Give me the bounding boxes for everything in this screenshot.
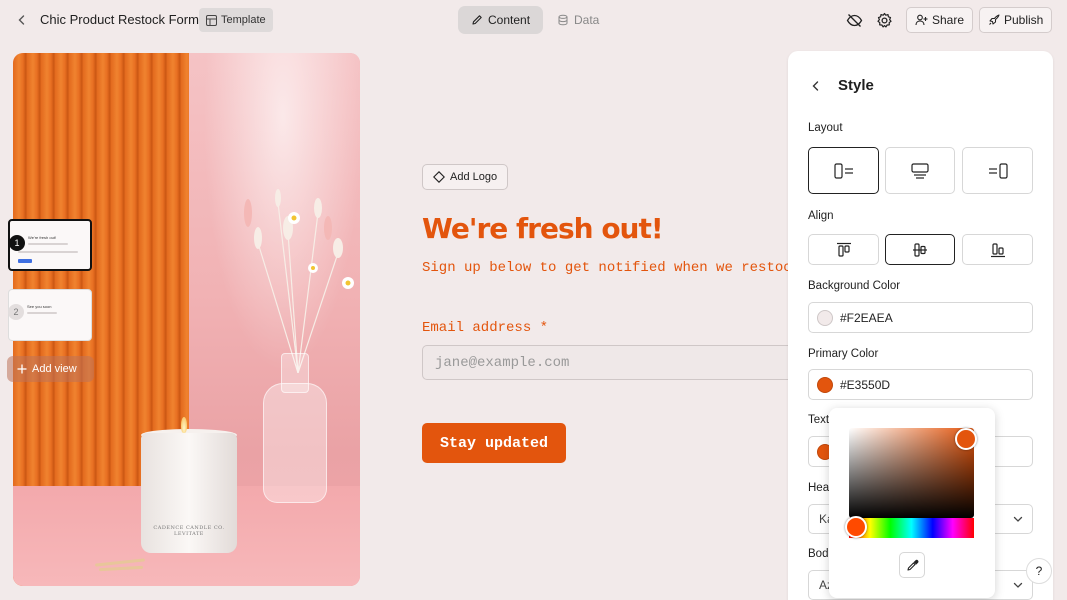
mini-line [27, 312, 57, 314]
color-picker-popover [829, 408, 995, 598]
add-view-label: Add view [32, 363, 77, 375]
view-thumbnail-1[interactable]: 1 We're fresh out! [8, 219, 92, 271]
primary-color-label: Primary Color [808, 348, 879, 360]
layout-option-top[interactable] [885, 147, 955, 194]
tab-data-label: Data [574, 13, 600, 27]
help-button[interactable]: ? [1026, 558, 1052, 584]
add-view-button[interactable]: Add view [7, 356, 94, 382]
gear-icon [876, 12, 892, 27]
top-bar: Chic Product Restock Form Template Conte… [0, 0, 1067, 40]
back-button[interactable] [12, 10, 32, 30]
layout-image-top-icon [911, 162, 929, 179]
dried-flowers-icon [244, 189, 354, 373]
chevron-down-icon [1013, 582, 1023, 588]
view-number: 2 [8, 304, 24, 320]
add-logo-button[interactable]: Add Logo [422, 164, 509, 190]
database-icon [558, 14, 568, 26]
view-thumbnail-title: See you soon [27, 304, 52, 309]
form-headline: We're fresh out! [422, 212, 664, 245]
hue-handle[interactable] [845, 516, 867, 538]
primary-color-swatch [817, 376, 833, 393]
background-color-swatch [817, 309, 833, 326]
style-panel-title: Style [838, 77, 874, 94]
tab-data[interactable]: Data [544, 6, 612, 34]
align-center-icon [913, 242, 927, 257]
chevron-left-icon [812, 81, 819, 91]
plus-icon [17, 364, 27, 374]
primary-color-value: #E3550D [840, 377, 891, 392]
eye-off-icon [846, 13, 862, 27]
tab-content[interactable]: Content [458, 6, 544, 34]
share-button[interactable]: Share [906, 7, 974, 33]
style-back-button[interactable] [808, 78, 824, 94]
flame-icon [181, 417, 187, 433]
share-label: Share [932, 13, 965, 27]
align-option-top[interactable] [808, 234, 879, 265]
hue-slider[interactable] [849, 518, 974, 538]
diamond-icon [433, 171, 445, 183]
settings-button[interactable] [874, 10, 894, 30]
glass-vase [263, 383, 327, 503]
align-bottom-icon [990, 242, 1005, 257]
chevron-down-icon [1013, 516, 1023, 522]
eyedropper-button[interactable] [899, 552, 925, 578]
align-option-bottom[interactable] [962, 234, 1033, 265]
candle-label: CADENCE CANDLE CO. LEVITATE [153, 525, 225, 537]
publish-button[interactable]: Publish [979, 7, 1053, 33]
align-option-center[interactable] [885, 234, 955, 265]
add-logo-label: Add Logo [450, 171, 498, 183]
align-label: Align [808, 210, 834, 222]
form-subheadline: Sign up below to get notified when we re… [422, 260, 788, 276]
form-title: Chic Product Restock Form [40, 12, 199, 27]
template-badge-label: Template [221, 14, 266, 26]
background-color-field[interactable]: #F2EAEA [808, 302, 1033, 333]
view-thumbnail-title: We're fresh out! [28, 235, 57, 240]
view-number: 1 [9, 235, 25, 251]
mini-line [18, 251, 78, 253]
saturation-handle[interactable] [955, 428, 977, 450]
mini-button [18, 259, 32, 263]
tab-content-label: Content [488, 13, 531, 27]
background-color-value: #F2EAEA [840, 310, 893, 325]
required-marker: * [539, 320, 549, 336]
primary-color-field[interactable]: #E3550D [808, 369, 1033, 400]
add-user-icon [915, 14, 928, 26]
mini-line [28, 243, 68, 245]
layout-image-left-icon [833, 162, 853, 179]
layout-option-left[interactable] [808, 147, 879, 194]
publish-label: Publish [1004, 13, 1044, 27]
template-badge[interactable]: Template [199, 8, 273, 32]
stay-updated-button[interactable]: Stay updated [422, 423, 566, 463]
template-icon [206, 14, 217, 26]
layout-image-right-icon [988, 162, 1008, 179]
background-color-label: Background Color [808, 280, 901, 292]
view-thumbnail-2[interactable]: 2 See you soon [8, 289, 92, 341]
preview-visibility-button[interactable] [844, 10, 864, 30]
email-label-text: Email address [422, 320, 532, 336]
rocket-icon [989, 14, 1000, 25]
pencil-icon [472, 15, 482, 25]
email-field[interactable] [422, 345, 788, 380]
chevron-left-icon [18, 15, 25, 25]
align-top-icon [836, 242, 851, 257]
email-field-label: Email address * [422, 320, 548, 336]
layout-option-right[interactable] [962, 147, 1033, 194]
layout-label: Layout [808, 122, 843, 134]
eyedropper-icon [906, 559, 918, 571]
